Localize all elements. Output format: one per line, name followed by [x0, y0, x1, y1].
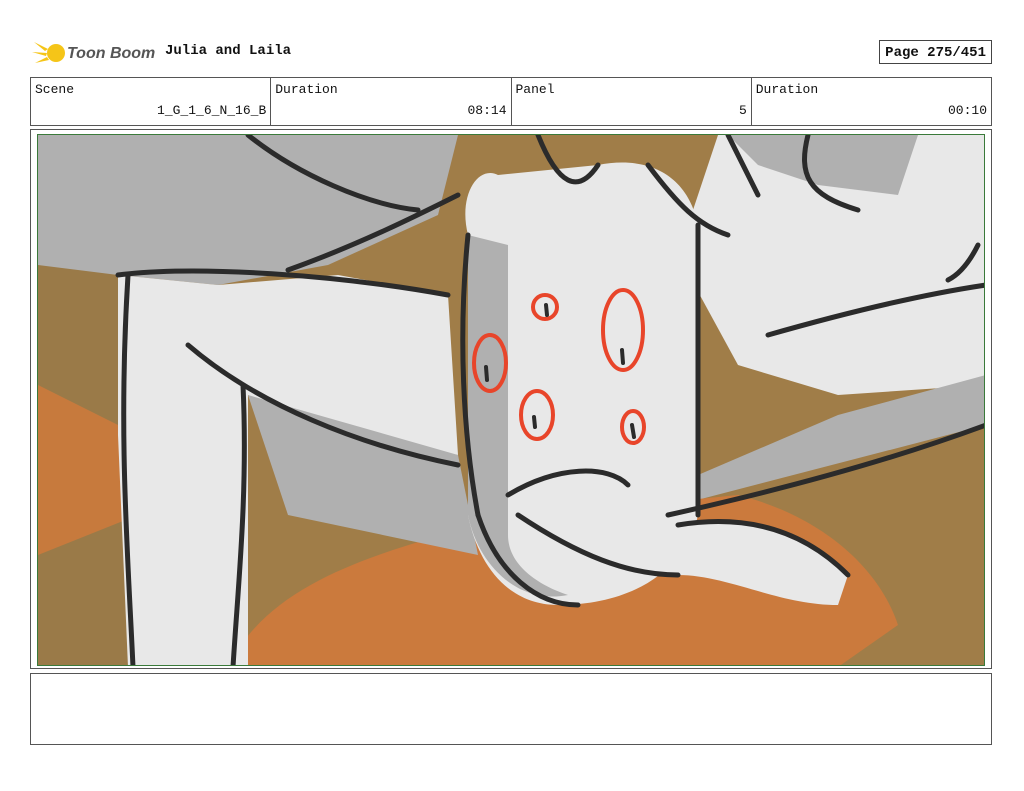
- scene-duration-cell: Duration 08:14: [271, 78, 512, 125]
- project-title: Julia and Laila: [165, 43, 292, 59]
- panel-notes[interactable]: [30, 673, 992, 745]
- panel-cell: Panel 5: [512, 78, 752, 125]
- panel-duration-value: 00:10: [947, 103, 987, 118]
- scene-value: 1_G_1_6_N_16_B: [157, 103, 267, 118]
- panel-info-row: Scene 1_G_1_6_N_16_B Duration 08:14 Pane…: [30, 77, 992, 126]
- storyboard-sketch: [38, 135, 984, 665]
- panel-duration-label: Duration: [755, 82, 819, 97]
- panel-duration-cell: Duration 00:10: [752, 78, 991, 125]
- scene-duration-value: 08:14: [467, 103, 507, 118]
- panel-value: 5: [738, 103, 747, 118]
- scene-cell: Scene 1_G_1_6_N_16_B: [31, 78, 272, 125]
- toon-boom-logo: Toon Boom: [32, 42, 155, 63]
- logo-text: Toon Boom: [67, 45, 155, 62]
- logo-burst-icon: [32, 42, 65, 63]
- panel-label: Panel: [515, 82, 555, 97]
- page-number: Page 275/451: [879, 40, 992, 64]
- panel-drawing[interactable]: [37, 134, 985, 666]
- storyboard-header: Toon Boom Julia and Laila Page 275/451: [32, 36, 992, 70]
- panel-frame: [30, 129, 992, 669]
- scene-duration-label: Duration: [275, 82, 338, 97]
- scene-label: Scene: [35, 82, 75, 97]
